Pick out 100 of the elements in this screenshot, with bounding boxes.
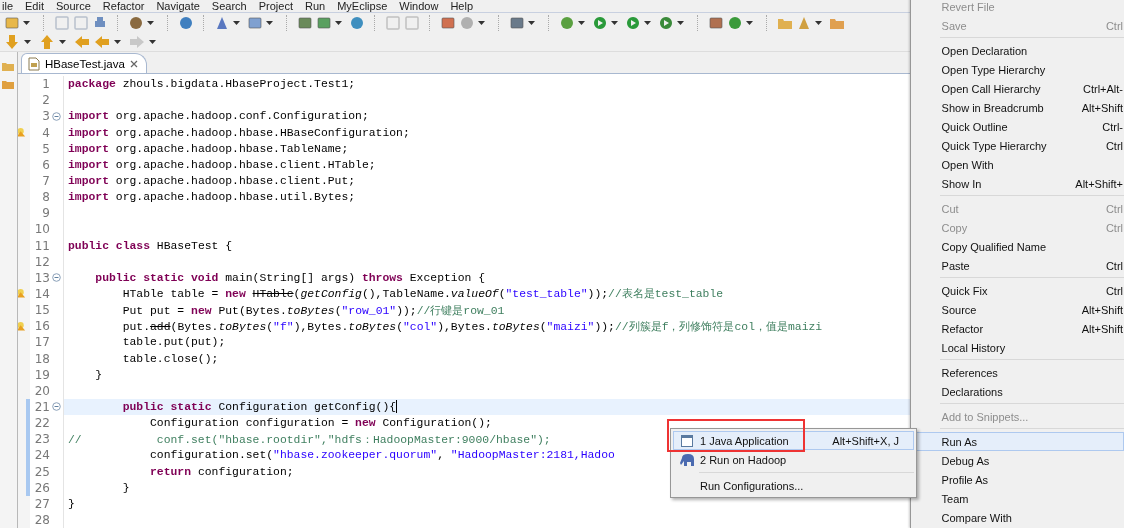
caret-icon[interactable]	[528, 21, 535, 26]
line-number: 16	[33, 319, 50, 334]
menu-item[interactable]: Run Configurations...	[673, 476, 914, 495]
menu-item[interactable]: Open Call Hierarchy Ctrl+Alt-	[913, 79, 1124, 98]
line-number: 6	[41, 157, 50, 172]
menu-item[interactable]: Show in Breadcrumb Alt+Shift	[913, 98, 1124, 117]
collapse-icon[interactable]	[52, 273, 61, 283]
caret-icon[interactable]	[335, 21, 342, 26]
caret-icon[interactable]	[478, 21, 485, 26]
warning-icon[interactable]	[17, 127, 26, 139]
caret-icon[interactable]	[266, 21, 273, 26]
code-line: }	[68, 497, 75, 510]
line-number: 18	[33, 351, 50, 366]
close-icon[interactable]	[129, 59, 138, 68]
caret-icon[interactable]	[746, 21, 753, 26]
menu-item[interactable]: Profile As	[913, 470, 1124, 489]
menu-item[interactable]: Compare With	[913, 508, 1124, 527]
code-line: package zhouls.bigdata.HbaseProject.Test1;	[68, 78, 356, 91]
menu-item[interactable]: Open Type Hierarchy	[913, 60, 1124, 79]
menu-item[interactable]: Refactor Alt+Shift	[913, 319, 1124, 338]
caret-icon[interactable]	[23, 21, 30, 26]
caret-icon[interactable]	[59, 40, 66, 45]
caret-icon[interactable]	[24, 40, 31, 45]
line-number: 5	[41, 141, 50, 156]
menu-item[interactable]: Local History	[913, 338, 1124, 357]
caret-icon[interactable]	[677, 21, 684, 26]
line-number: 4	[41, 125, 50, 140]
menu-entry[interactable]: Help	[450, 0, 473, 12]
collapse-icon[interactable]	[52, 111, 61, 121]
code-line: put.add(Bytes.toBytes("f"),Bytes.toBytes("col"),Bytes.toBytes("maizi"));//列簇是f，列修饰符是col，值是maizi	[121, 319, 823, 334]
line-number: 15	[33, 303, 50, 318]
code-line: table.close();	[121, 352, 219, 365]
collapse-icon[interactable]	[52, 402, 61, 412]
code-line: configuration.set("hbase.zookeeper.quorum", "HadoopMaster:2181,Hadoo	[149, 449, 615, 462]
line-number: 25	[33, 464, 50, 479]
line-number: 7	[41, 173, 50, 188]
caret-icon[interactable]	[149, 40, 156, 45]
menu-item[interactable]: 1 Java Application Alt+Shift+X, J	[673, 431, 914, 450]
code-line: return configuration;	[149, 465, 294, 478]
menu-item[interactable]: Declarations	[913, 382, 1124, 401]
line-number: 23	[33, 432, 50, 447]
menu-entry[interactable]: MyEclipse	[337, 0, 388, 12]
code-line: import org.apache.hadoop.hbase.HBaseConfiguration;	[68, 126, 410, 139]
line-number: 27	[33, 496, 50, 511]
warning-icon[interactable]	[17, 320, 26, 332]
folder-icon[interactable]	[2, 78, 14, 91]
menu-item[interactable]: Open With	[913, 155, 1124, 174]
menu-entry[interactable]: Navigate	[156, 0, 200, 12]
menu-item[interactable]: 2 Run on Hadoop	[673, 450, 914, 469]
menu-entry[interactable]: Window	[399, 0, 439, 12]
menu-entry[interactable]: Project	[258, 0, 293, 12]
code-line: public class HBaseTest {	[68, 239, 233, 252]
line-number: 13	[33, 270, 50, 285]
menu-item[interactable]: Team	[913, 489, 1124, 508]
code-line: import org.apache.hadoop.hbase.util.Bytes;	[68, 191, 356, 204]
menu-item[interactable]: Open Declaration	[913, 41, 1124, 60]
menu-entry[interactable]: Run	[304, 0, 326, 12]
caret-icon[interactable]	[114, 40, 121, 45]
warning-icon[interactable]	[17, 288, 26, 300]
line-number: 19	[33, 367, 50, 382]
menu-entry[interactable]: Search	[211, 0, 247, 12]
menu-item[interactable]: Source Alt+Shift	[913, 300, 1124, 319]
editor-tab[interactable]: HBaseTest.java	[21, 53, 147, 74]
menu-item[interactable]: Show In Alt+Shift+	[913, 174, 1124, 193]
line-number: 28	[33, 512, 50, 527]
menu-item[interactable]: Quick Fix Ctrl	[913, 281, 1124, 300]
caret-icon[interactable]	[644, 21, 651, 26]
file-icon	[28, 56, 40, 71]
caret-icon[interactable]	[611, 21, 618, 26]
menu-item[interactable]: Paste Ctrl	[913, 256, 1124, 275]
caret-icon[interactable]	[815, 21, 822, 26]
text-cursor	[396, 400, 398, 414]
code-line: // conf.set("hbase.rootdir","hdfs：HadoopMaster:9000/hbase");	[68, 432, 551, 447]
menu-item[interactable]: References	[913, 363, 1124, 382]
arrow-left-icon[interactable]	[74, 34, 90, 51]
menu-entry[interactable]: Source	[56, 0, 91, 12]
line-number: 22	[33, 416, 50, 431]
menu-entry[interactable]: Refactor	[102, 0, 145, 12]
line-number: 17	[33, 335, 50, 350]
code-line: import org.apache.hadoop.conf.Configuration;	[68, 110, 369, 123]
menu-item[interactable]: Quick Outline Ctrl-	[913, 117, 1124, 136]
elephant-icon	[680, 453, 694, 466]
menu-item[interactable]: Quick Type Hierarchy Ctrl	[913, 136, 1124, 155]
menu-entry[interactable]: Edit	[25, 0, 44, 12]
menu-entry[interactable]: ile	[2, 0, 13, 12]
line-number: 14	[33, 286, 50, 301]
line-number: 26	[33, 480, 50, 495]
menu-item[interactable]: Copy Qualified Name	[913, 237, 1124, 256]
code-line: HTable table = new HTable(getConfig(),TableName.valueOf("test_table"));//表名是test_table	[121, 287, 724, 302]
caret-icon[interactable]	[578, 21, 585, 26]
code-line: import org.apache.hadoop.hbase.client.Put;	[68, 174, 356, 187]
line-number: 21	[33, 399, 50, 414]
caret-icon[interactable]	[147, 21, 154, 26]
line-number: 24	[33, 448, 50, 463]
line-number: 3	[41, 109, 50, 124]
line-number: 20	[33, 383, 50, 398]
caret-icon[interactable]	[233, 21, 240, 26]
play-icon[interactable]	[658, 15, 674, 32]
line-number: 8	[41, 190, 50, 205]
menu-item[interactable]: Debug As	[913, 451, 1124, 470]
